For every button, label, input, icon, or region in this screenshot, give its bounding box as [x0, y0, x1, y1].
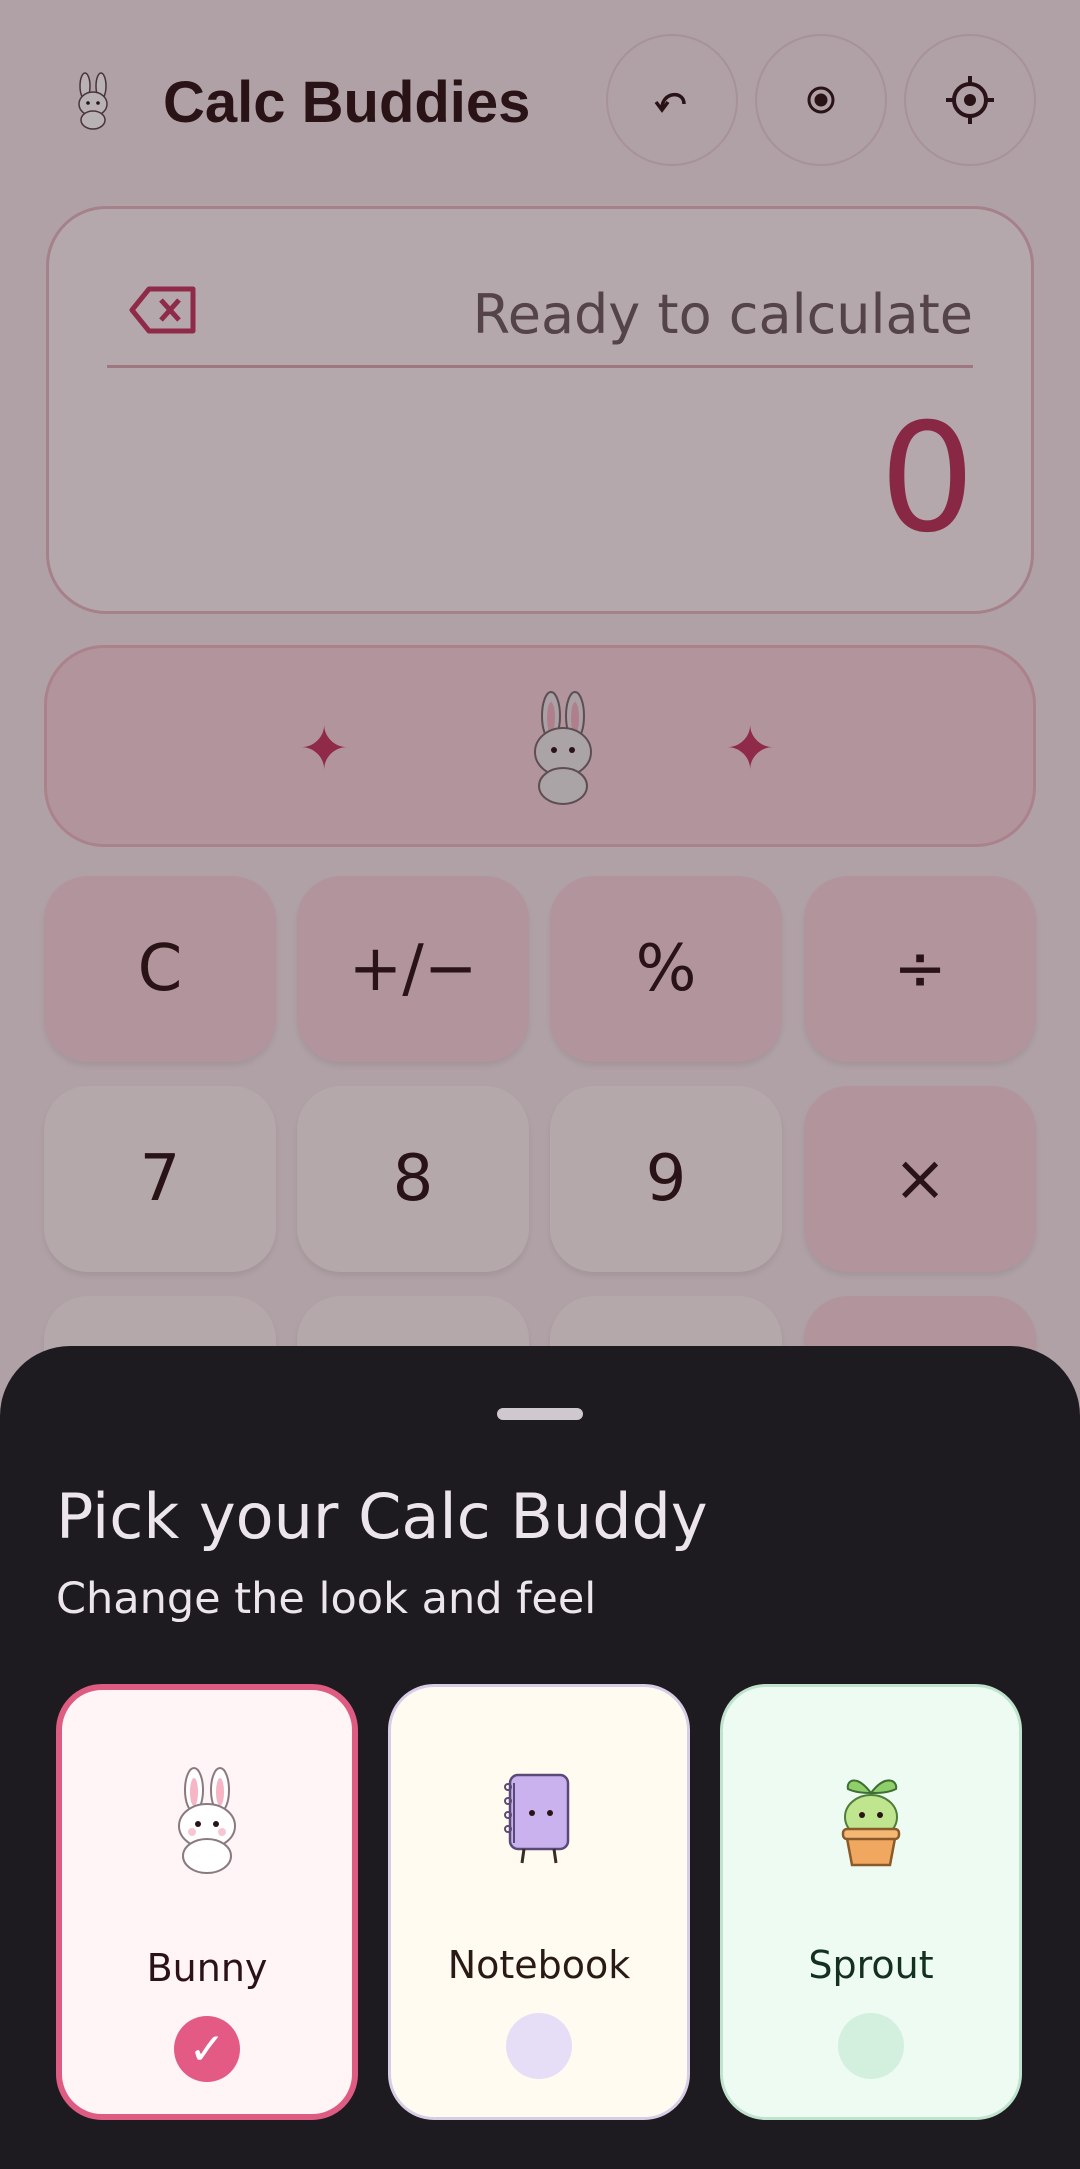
- buddy-option-bunny[interactable]: Bunny ✓: [56, 1684, 358, 2120]
- notebook-icon: [504, 1773, 570, 1864]
- radio-unselected[interactable]: [838, 2013, 904, 2079]
- buddy-option-notebook[interactable]: Notebook: [388, 1684, 690, 2120]
- buddy-picker-sheet: Pick your Calc Buddy Change the look and…: [0, 1346, 1080, 2169]
- sheet-title: Pick your Calc Buddy: [56, 1480, 708, 1553]
- selected-check-icon[interactable]: ✓: [174, 2016, 240, 2082]
- sheet-subtitle: Change the look and feel: [56, 1574, 597, 1624]
- sprout-icon: [841, 1779, 901, 1867]
- radio-unselected[interactable]: [506, 2013, 572, 2079]
- buddy-name: Bunny: [146, 1946, 268, 1990]
- bunny-icon: [178, 1767, 236, 1874]
- buddy-name: Sprout: [808, 1943, 934, 1987]
- drag-handle[interactable]: [497, 1408, 583, 1420]
- buddy-name: Notebook: [447, 1943, 631, 1987]
- buddy-option-sprout[interactable]: Sprout: [720, 1684, 1022, 2120]
